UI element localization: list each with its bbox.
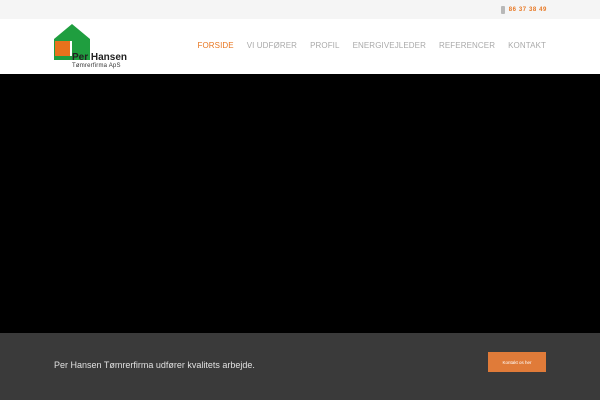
- logo-subtitle: Tømrerfirma ApS: [72, 63, 121, 69]
- top-bar: 86 37 38 49: [0, 0, 600, 19]
- nav-item-referencer[interactable]: REFERENCER: [439, 41, 495, 50]
- main-nav: FORSIDE VI UDFØRER PROFIL ENERGIVEJLEDER…: [184, 41, 546, 50]
- nav-item-forside[interactable]: FORSIDE: [197, 41, 233, 50]
- nav-item-kontakt[interactable]: KONTAKT: [508, 41, 546, 50]
- site-header: Per Hansen Tømrerfirma ApS FORSIDE VI UD…: [0, 19, 600, 74]
- nav-item-energivejleder[interactable]: ENERGIVEJLEDER: [353, 41, 426, 50]
- phone-contact[interactable]: 86 37 38 49: [500, 5, 547, 15]
- logo-name: Per Hansen: [72, 52, 128, 63]
- hero-video[interactable]: [0, 74, 600, 333]
- phone-number: 86 37 38 49: [508, 7, 547, 13]
- nav-item-vi-udforer[interactable]: VI UDFØRER: [247, 41, 297, 50]
- phone-icon: [500, 6, 505, 14]
- nav-item-profil[interactable]: PROFIL: [310, 41, 340, 50]
- contact-button[interactable]: Kontakt os her: [488, 352, 546, 372]
- cta-footer: Per Hansen Tømrerfirma udfører kvalitets…: [0, 333, 600, 400]
- footer-tagline: Per Hansen Tømrerfirma udfører kvalitets…: [54, 360, 255, 370]
- site-logo[interactable]: Per Hansen Tømrerfirma ApS: [54, 23, 144, 71]
